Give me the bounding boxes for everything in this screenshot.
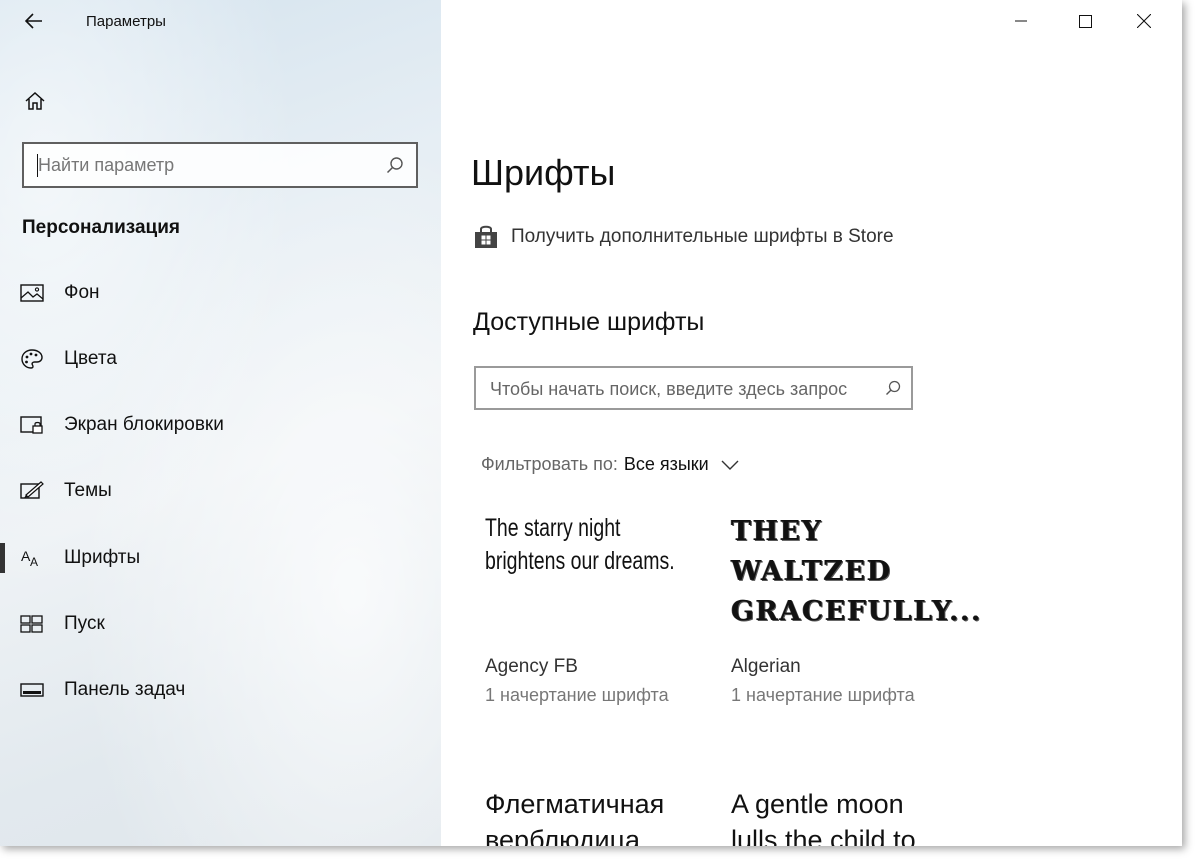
- sidebar-item-label: Панель задач: [64, 679, 186, 700]
- close-button[interactable]: [1114, 0, 1174, 42]
- chevron-down-icon[interactable]: [721, 459, 739, 471]
- sidebar: Параметры Персонализация Фо: [0, 0, 441, 846]
- font-preview: Флегматичная верблюдица: [485, 789, 665, 846]
- sidebar-item-themes[interactable]: Темы: [0, 463, 441, 519]
- lock-screen-icon: [20, 414, 44, 436]
- sidebar-item-background[interactable]: Фон: [0, 265, 441, 321]
- section-title: Персонализация: [22, 217, 181, 238]
- font-icon: A A: [20, 547, 44, 569]
- font-search-input[interactable]: [490, 376, 885, 402]
- themes-icon: [20, 480, 44, 502]
- font-name: Agency FB: [485, 656, 578, 677]
- start-icon: [20, 613, 44, 635]
- sidebar-item-label: Фон: [64, 282, 100, 303]
- sidebar-item-label: Пуск: [64, 613, 105, 634]
- settings-search-box[interactable]: [22, 142, 418, 188]
- store-bag-icon: [475, 225, 497, 248]
- sidebar-item-colors[interactable]: Цвета: [0, 331, 441, 387]
- maximize-icon: [1078, 14, 1092, 28]
- store-link[interactable]: Получить дополнительные шрифты в Store: [473, 224, 894, 250]
- taskbar-icon: [20, 679, 44, 701]
- filter-label: Фильтровать по:: [481, 454, 618, 474]
- font-preview: A gentle moon lulls the child to: [731, 789, 916, 846]
- font-preview: THEY WALTZED GRACEFULLY...: [731, 516, 982, 627]
- back-arrow-icon: [25, 13, 42, 29]
- palette-icon: [20, 348, 44, 370]
- back-button[interactable]: [14, 6, 54, 36]
- sidebar-item-start[interactable]: Пуск: [0, 596, 441, 652]
- font-preview: The starry night brightens our dreams.: [485, 514, 675, 575]
- font-card-3[interactable]: Флегматичная верблюдица: [485, 786, 715, 846]
- app-title: Параметры: [86, 13, 166, 30]
- page-title: Шрифты: [471, 152, 616, 193]
- sidebar-item-label: Экран блокировки: [64, 414, 224, 435]
- minimize-icon: [1015, 20, 1027, 22]
- sidebar-item-label: Темы: [64, 480, 112, 501]
- settings-window: Параметры Персонализация Фо: [0, 0, 1182, 846]
- home-button[interactable]: [20, 86, 50, 116]
- language-filter: Фильтровать по: Все языки: [481, 454, 739, 475]
- search-icon[interactable]: [386, 156, 404, 174]
- font-search-box[interactable]: [474, 366, 913, 410]
- sidebar-item-label: Цвета: [64, 348, 117, 369]
- font-card-4[interactable]: A gentle moon lulls the child to: [731, 786, 961, 846]
- picture-icon: [20, 282, 44, 304]
- store-link-label: Получить дополнительные шрифты в Store: [511, 226, 894, 247]
- available-fonts-heading: Доступные шрифты: [473, 308, 705, 336]
- maximize-button[interactable]: [1055, 0, 1115, 42]
- font-card-algerian[interactable]: THEY WALTZED GRACEFULLY... Algerian 1 на…: [731, 512, 980, 712]
- sidebar-item-taskbar[interactable]: Панель задач: [0, 662, 441, 718]
- close-icon: [1137, 14, 1151, 28]
- minimize-button[interactable]: [991, 0, 1051, 42]
- font-styles-count: 1 начертание шрифта: [731, 685, 915, 705]
- font-card-agency-fb[interactable]: The starry night brightens our dreams. A…: [485, 512, 715, 712]
- sidebar-item-lock-screen[interactable]: Экран блокировки: [0, 397, 441, 453]
- main-content: Шрифты Получить дополнительные шрифты в …: [441, 0, 1182, 846]
- svg-text:A: A: [30, 555, 38, 569]
- font-styles-count: 1 начертание шрифта: [485, 685, 669, 705]
- font-name: Algerian: [731, 656, 801, 677]
- settings-search-input[interactable]: [38, 152, 378, 178]
- search-icon[interactable]: [885, 380, 901, 396]
- sidebar-item-fonts[interactable]: A A Шрифты: [0, 530, 441, 586]
- home-icon: [25, 91, 45, 110]
- sidebar-item-label: Шрифты: [64, 547, 141, 568]
- filter-dropdown-value[interactable]: Все языки: [624, 454, 709, 475]
